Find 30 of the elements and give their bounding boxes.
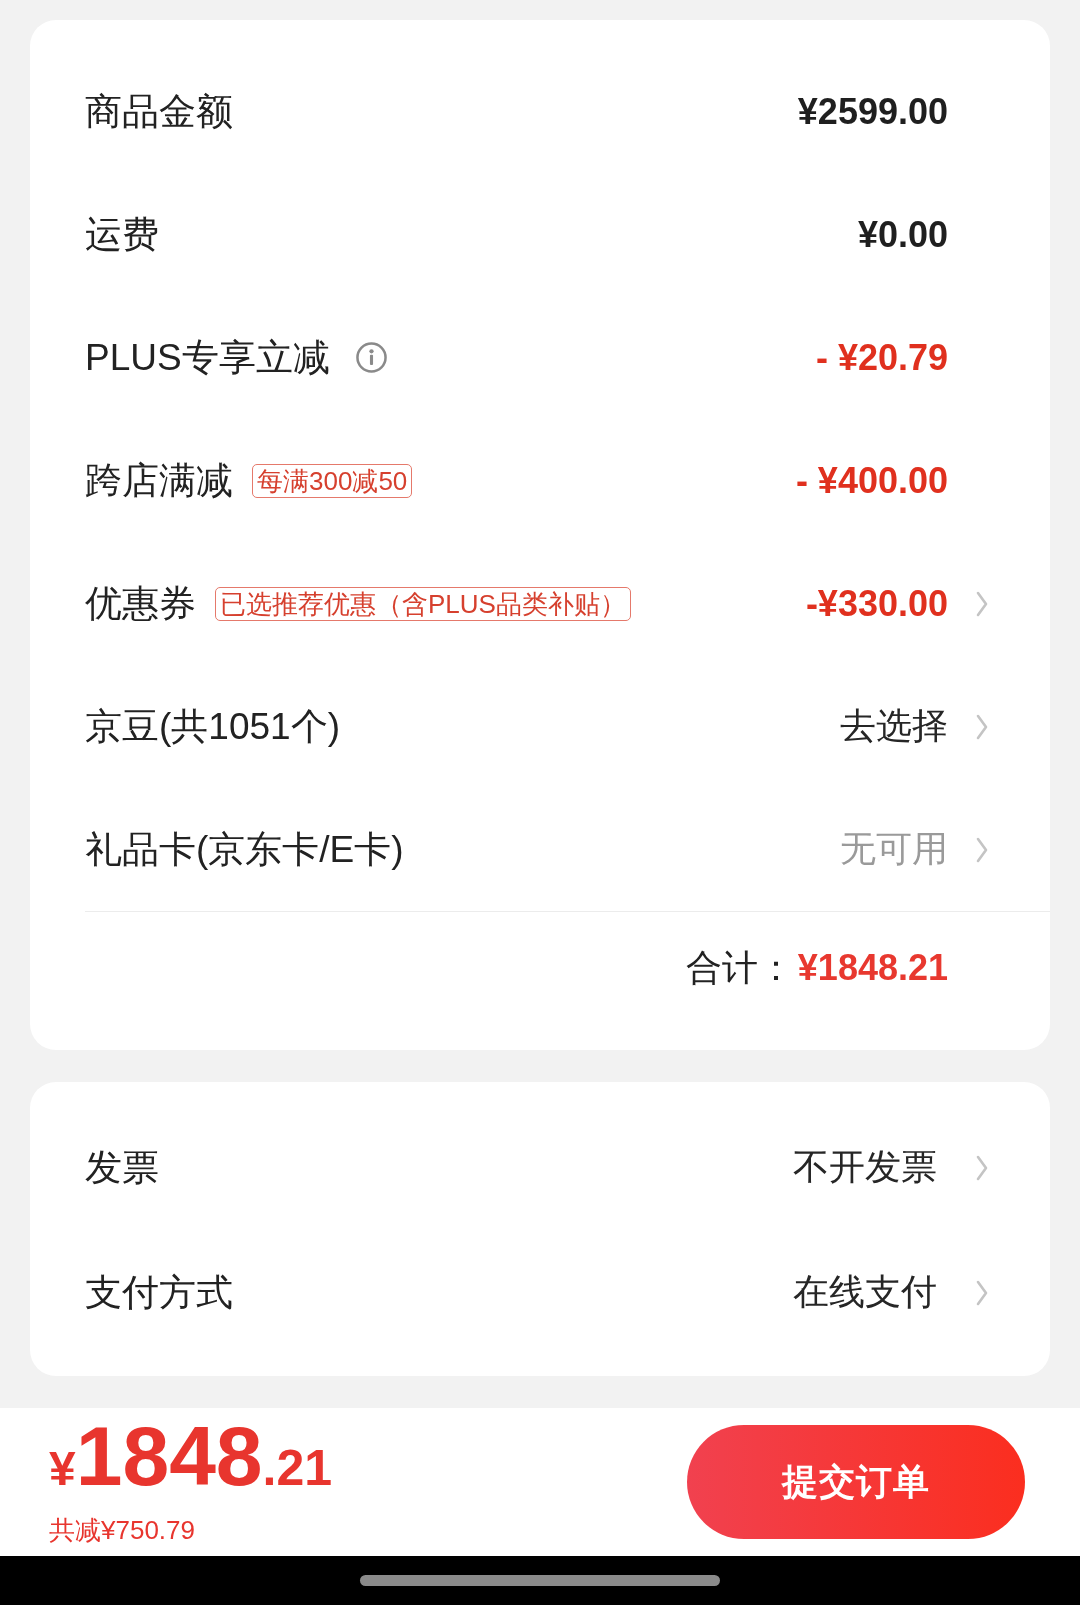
- price-amount: ¥0.00: [857, 213, 948, 256]
- price-amount: ¥2599.00: [797, 90, 948, 133]
- chevron-icon[interactable]: [976, 713, 988, 740]
- discount-amount: - ¥20.79: [815, 336, 948, 379]
- savings-text: 共减¥750.79: [49, 1515, 196, 1545]
- info-icon[interactable]: [355, 342, 387, 373]
- row-label: 发票: [85, 1145, 159, 1190]
- row-label: 礼品卡(京东卡/E卡): [85, 827, 404, 872]
- home-indicator[interactable]: [360, 1575, 720, 1586]
- option-value[interactable]: 在线支付: [793, 1268, 937, 1317]
- total-price: ¥1848.21: [49, 1414, 333, 1498]
- submit-order-button[interactable]: 提交订单: [687, 1425, 1025, 1539]
- row-label: 京豆(共1051个): [85, 704, 340, 749]
- option-value[interactable]: 去选择: [840, 702, 948, 751]
- row-label: 运费: [85, 212, 159, 257]
- row-label: 商品金额: [85, 89, 233, 134]
- total-label: 合计：: [685, 945, 794, 990]
- chevron-icon[interactable]: [976, 590, 988, 617]
- chevron-icon[interactable]: [976, 1154, 988, 1181]
- row-label: 支付方式: [85, 1270, 233, 1315]
- row-label: 优惠券: [85, 581, 196, 626]
- total-amount: ¥1848.21: [797, 947, 948, 989]
- row-label: PLUS专享立减: [85, 335, 330, 380]
- promo-tag: 已选推荐优惠（含PLUS品类补贴）: [215, 586, 631, 621]
- chevron-icon[interactable]: [976, 1279, 988, 1306]
- option-value[interactable]: 不开发票: [793, 1143, 937, 1192]
- row-label: 跨店满减: [85, 458, 233, 503]
- discount-amount: - ¥400.00: [795, 459, 948, 502]
- discount-amount[interactable]: -¥330.00: [805, 582, 948, 625]
- promo-tag: 每满300减50: [252, 463, 413, 498]
